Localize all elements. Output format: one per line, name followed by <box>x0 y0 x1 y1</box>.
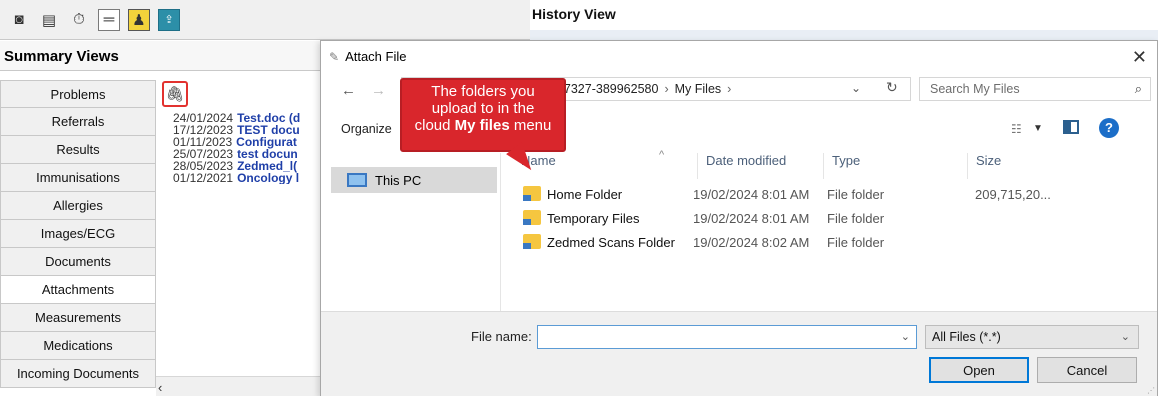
column-date-modified[interactable]: Date modified <box>697 153 786 179</box>
timer-icon[interactable]: ⏱ <box>68 9 90 31</box>
search-input[interactable]: Search My Files ⌕ <box>919 77 1151 101</box>
clipboard-icon[interactable]: ▤ <box>38 9 60 31</box>
main-toolbar: ◙ ▤ ⏱ ═ ♟ ⇪ <box>0 0 530 40</box>
navigation-pane: This PC <box>321 153 501 311</box>
search-placeholder: Search My Files <box>930 82 1020 96</box>
computer-icon <box>347 173 367 187</box>
resize-grip-icon[interactable]: ⋰ <box>1147 386 1155 395</box>
file-row[interactable]: Temporary Files 19/02/2024 8:01 AM File … <box>521 207 1141 231</box>
file-row[interactable]: Zedmed Scans Folder 19/02/2024 8:02 AM F… <box>521 231 1141 255</box>
chevron-down-icon[interactable]: ⌄ <box>851 81 861 95</box>
file-name-label: File name: <box>471 329 532 344</box>
callout-line: upload to in the <box>431 100 535 117</box>
sidebar-item-problems[interactable]: Problems <box>0 80 156 108</box>
folder-icon <box>523 210 541 225</box>
file-row[interactable]: Home Folder 19/02/2024 8:01 AM File fold… <box>521 183 1141 207</box>
chevron-right-icon: › <box>727 82 732 96</box>
upload-icon[interactable]: ⇪ <box>158 8 180 31</box>
view-options-icon[interactable]: ☷ <box>1011 122 1022 136</box>
dialog-title-bar: ✎ Attach File <box>329 49 406 64</box>
scroll-left-icon[interactable]: ‹ <box>158 380 162 395</box>
sidebar-item-referrals[interactable]: Referrals <box>0 108 156 136</box>
history-view-title: History View <box>532 6 616 22</box>
list-item[interactable]: 01/12/2021 Oncology l <box>173 172 321 184</box>
close-icon[interactable]: ✕ <box>1132 47 1147 68</box>
chevron-down-icon[interactable]: ⌄ <box>901 330 910 343</box>
chevron-down-icon: ⌄ <box>1120 331 1130 343</box>
camera-icon[interactable]: ◙ <box>8 9 30 31</box>
column-headers: ^ Name Date modified Type Size <box>501 149 1158 179</box>
open-button[interactable]: Open <box>929 357 1029 383</box>
callout-line: cloud My files menu <box>414 117 552 134</box>
column-type[interactable]: Type <box>823 153 860 179</box>
sidebar-item-allergies[interactable]: Allergies <box>0 192 156 220</box>
sidebar-item-immunisations[interactable]: Immunisations <box>0 164 156 192</box>
sidebar-item-medications[interactable]: Medications <box>0 332 156 360</box>
column-size[interactable]: Size <box>967 153 1001 179</box>
file-type-value: All Files (*.*) <box>932 330 1001 344</box>
paperclip-icon: ✎ <box>329 49 340 64</box>
dialog-footer: File name: ⌄ All Files (*.*) ⌄ Open Canc… <box>321 311 1157 396</box>
organize-menu[interactable]: Organize <box>341 122 392 136</box>
paperclip-icon: 🖇 <box>165 86 185 103</box>
address-segment-my-files[interactable]: My Files <box>675 82 722 96</box>
chevron-down-icon[interactable]: ▼ <box>1033 123 1043 134</box>
folder-icon <box>523 234 541 249</box>
callout-line: The folders you <box>431 83 535 100</box>
sidebar-item-documents[interactable]: Documents <box>0 248 156 276</box>
help-icon[interactable]: ? <box>1099 118 1119 138</box>
file-type-select[interactable]: All Files (*.*) ⌄ <box>925 325 1139 349</box>
sidebar-item-attachments[interactable]: Attachments <box>0 276 156 304</box>
attachments-list: 24/01/2024 Test.doc (d 17/12/2023 TEST doc… <box>173 112 321 184</box>
chevron-right-icon: › <box>664 82 669 96</box>
ruler-icon[interactable]: ═ <box>98 8 120 31</box>
nav-item-this-pc[interactable]: This PC <box>331 167 497 193</box>
nav-item-label: This PC <box>375 172 422 188</box>
preview-pane-icon[interactable] <box>1063 120 1079 134</box>
annotation-callout: The folders you upload to in the cloud M… <box>400 78 566 152</box>
search-icon[interactable]: ⌕ <box>1135 81 1142 97</box>
cancel-button[interactable]: Cancel <box>1037 357 1137 383</box>
person-icon[interactable]: ♟ <box>128 8 150 31</box>
sidebar-item-incoming-documents[interactable]: Incoming Documents <box>0 360 156 388</box>
attach-paperclip-button[interactable]: 🖇 <box>162 81 188 107</box>
file-name-field[interactable]: ⌄ <box>537 325 917 349</box>
sidebar-item-results[interactable]: Results <box>0 136 156 164</box>
sidebar-item-measurements[interactable]: Measurements <box>0 304 156 332</box>
refresh-icon[interactable]: ↻ <box>886 79 898 96</box>
summary-views-title: Summary Views <box>0 41 320 71</box>
sort-ascending-icon: ^ <box>659 149 665 161</box>
horizontal-scrollbar[interactable]: ‹ <box>156 376 321 396</box>
summary-sidebar: Problems Referrals Results Immunisations… <box>0 80 156 388</box>
dialog-title: Attach File <box>345 49 407 64</box>
forward-arrow-icon[interactable]: → <box>371 82 386 99</box>
folder-icon <box>523 186 541 201</box>
sidebar-item-images-ecg[interactable]: Images/ECG <box>0 220 156 248</box>
back-arrow-icon[interactable]: ← <box>341 82 356 99</box>
address-segment-account[interactable]: 347327-389962580 <box>550 82 658 96</box>
